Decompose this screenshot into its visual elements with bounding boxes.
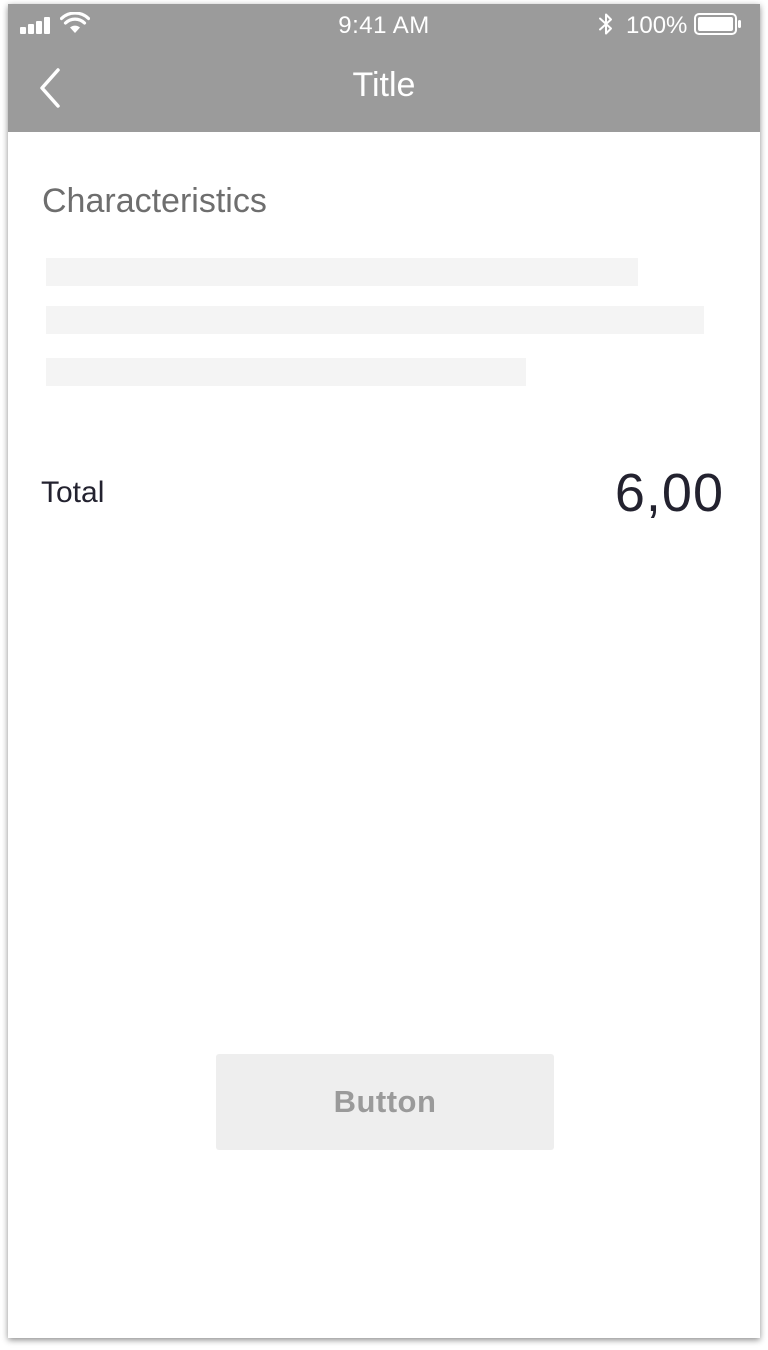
placeholder-line [46, 258, 638, 286]
header: 9:41 AM 100% Title [8, 4, 760, 132]
phone-screen: 9:41 AM 100% Title Characteristics Total… [8, 4, 760, 1338]
navigation-bar: Title [8, 44, 760, 132]
section-title: Characteristics [42, 182, 267, 220]
battery-percent: 100% [626, 12, 688, 39]
total-value: 6,00 [614, 463, 724, 523]
total-label: Total [41, 476, 105, 509]
primary-button[interactable]: Button [216, 1054, 554, 1150]
battery-icon [694, 13, 741, 35]
bluetooth-icon [599, 13, 612, 35]
placeholder-line [46, 358, 526, 386]
page-title: Title [352, 66, 416, 104]
status-bar: 9:41 AM 100% [8, 4, 760, 44]
placeholder-line [46, 306, 704, 334]
